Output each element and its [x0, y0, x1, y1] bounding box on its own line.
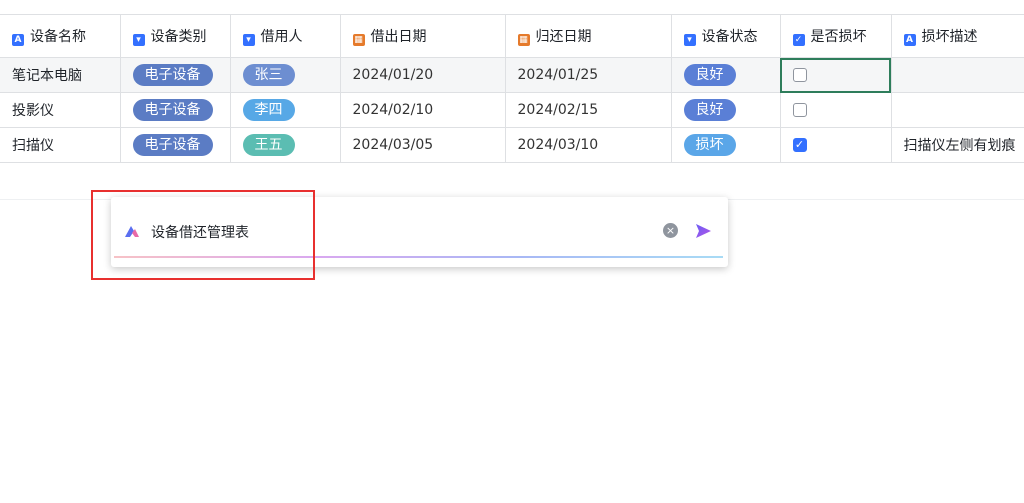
column-label: 损坏描述 — [921, 28, 978, 45]
damaged-checkbox[interactable] — [792, 68, 807, 82]
header-row: A 设备名称 ▾ 设备类别 ▾ 借用人 ▦ 借出日期 ▦ 归还日期 ▾ 设备状态 ✓ 是否损坏… — [0, 14, 1024, 58]
damaged-checkbox-checked[interactable]: ✓ — [792, 138, 807, 152]
date-field-icon: ▦ — [517, 33, 530, 46]
borrower-tag: 李四 — [242, 99, 295, 121]
data-table: A 设备名称 ▾ 设备类别 ▾ 借用人 ▦ 借出日期 ▦ 归还日期 ▾ 设备状态 ✓ 是否损坏… — [0, 14, 1024, 163]
highlight-annotation-box — [91, 190, 315, 280]
text-field-icon: A — [903, 33, 916, 46]
cell-damaged[interactable]: ✓ — [780, 127, 892, 163]
table-row: 投影仪 电子设备 李四 2024/02/10 2024/02/15 良好 — [0, 92, 1024, 128]
table-row: 笔记本电脑 电子设备 张三 2024/01/20 2024/01/25 良好 — [0, 57, 1024, 93]
category-tag: 电子设备 — [132, 134, 213, 156]
cell-borrower[interactable]: 李四 — [230, 92, 341, 128]
cell-return-date[interactable]: 2024/01/25 — [505, 57, 672, 93]
column-label: 归还日期 — [535, 28, 592, 45]
cell-damage-desc[interactable] — [891, 57, 1024, 93]
column-header-status[interactable]: ▾ 设备状态 — [671, 14, 781, 58]
cell-out-date[interactable]: 2024/03/05 — [340, 127, 506, 163]
column-label: 设备名称 — [30, 28, 86, 45]
table-row: 扫描仪 电子设备 王五 2024/03/05 2024/03/10 损坏 ✓ 扫… — [0, 127, 1024, 163]
clear-icon[interactable]: × — [663, 223, 678, 238]
category-tag: 电子设备 — [132, 64, 213, 86]
column-header-out-date[interactable]: ▦ 借出日期 — [340, 14, 506, 58]
borrower-tag: 王五 — [242, 134, 295, 156]
column-header-return-date[interactable]: ▦ 归还日期 — [505, 14, 672, 58]
cell-damaged[interactable] — [780, 92, 892, 128]
cell-status[interactable]: 损坏 — [671, 127, 781, 163]
column-label: 是否损坏 — [810, 28, 867, 45]
text-field-icon: A — [12, 33, 24, 46]
cell-damaged[interactable] — [780, 57, 892, 93]
cell-return-date[interactable]: 2024/03/10 — [505, 127, 672, 163]
cell-category[interactable]: 电子设备 — [120, 92, 231, 128]
column-header-damage-desc[interactable]: A 损坏描述 — [891, 14, 1024, 58]
cell-borrower[interactable]: 王五 — [230, 127, 341, 163]
cell-return-date[interactable]: 2024/02/15 — [505, 92, 672, 128]
cell-out-date[interactable]: 2024/02/10 — [340, 92, 506, 128]
cell-damage-desc[interactable]: 扫描仪左侧有划痕 — [891, 127, 1024, 163]
damaged-checkbox[interactable] — [792, 103, 807, 117]
column-label: 设备类别 — [150, 28, 207, 45]
cell-name[interactable]: 扫描仪 — [0, 127, 121, 163]
cell-damage-desc[interactable] — [891, 92, 1024, 128]
cell-name[interactable]: 投影仪 — [0, 92, 121, 128]
cell-out-date[interactable]: 2024/01/20 — [340, 57, 506, 93]
single-select-icon: ▾ — [132, 33, 145, 46]
column-label: 借用人 — [260, 28, 303, 45]
status-tag: 良好 — [683, 99, 736, 121]
column-label: 设备状态 — [701, 28, 758, 45]
send-icon[interactable] — [693, 221, 713, 241]
column-header-damaged[interactable]: ✓ 是否损坏 — [780, 14, 892, 58]
column-header-name[interactable]: A 设备名称 — [0, 14, 121, 58]
column-label: 借出日期 — [370, 28, 427, 45]
single-select-icon: ▾ — [683, 33, 696, 46]
cell-category[interactable]: 电子设备 — [120, 127, 231, 163]
borrower-tag: 张三 — [242, 64, 295, 86]
cell-category[interactable]: 电子设备 — [120, 57, 231, 93]
category-tag: 电子设备 — [132, 99, 213, 121]
date-field-icon: ▦ — [352, 33, 365, 46]
column-header-category[interactable]: ▾ 设备类别 — [120, 14, 231, 58]
cell-name[interactable]: 笔记本电脑 — [0, 57, 121, 93]
cell-status[interactable]: 良好 — [671, 57, 781, 93]
checkbox-field-icon: ✓ — [792, 33, 805, 46]
cell-borrower[interactable]: 张三 — [230, 57, 341, 93]
single-select-icon: ▾ — [242, 33, 255, 46]
status-tag: 良好 — [683, 64, 736, 86]
status-tag: 损坏 — [683, 134, 736, 156]
column-header-borrower[interactable]: ▾ 借用人 — [230, 14, 341, 58]
cell-status[interactable]: 良好 — [671, 92, 781, 128]
